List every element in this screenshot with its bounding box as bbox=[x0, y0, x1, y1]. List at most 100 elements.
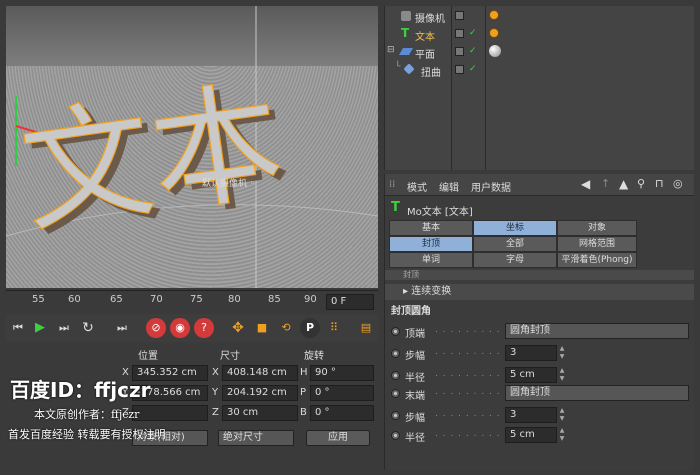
end-cap-type-dropdown[interactable]: 圆角封顶 bbox=[505, 385, 689, 401]
timeline-tick: 80 bbox=[228, 294, 241, 305]
lock-icon[interactable]: ⊓ bbox=[655, 177, 664, 190]
animate-radio-icon[interactable] bbox=[391, 411, 400, 420]
goto-end-icon[interactable]: ⏭ bbox=[112, 318, 132, 338]
menu-user-data[interactable]: 用户数据 bbox=[471, 179, 511, 194]
param-label: 半径 bbox=[405, 433, 425, 444]
enabled-check-icon[interactable]: ✓ bbox=[469, 64, 477, 74]
rotate-keys-icon[interactable]: ⟲ bbox=[276, 318, 296, 338]
tab-caps[interactable]: 封顶 bbox=[389, 236, 473, 252]
animate-radio-icon[interactable] bbox=[391, 327, 400, 336]
leader-dots: . . . . . . . . . . . bbox=[435, 387, 517, 397]
attribute-menubar: ⁞⁞ 模式 编辑 用户数据 ◀ ↑ ▲ ⚲ ⊓ ◎ bbox=[385, 174, 694, 196]
object-title: Mo文本 [文本] bbox=[407, 207, 473, 218]
object-name: 文本 bbox=[415, 32, 435, 43]
pointer-icon[interactable]: ▲ bbox=[619, 177, 628, 191]
tab-letters[interactable]: 字母 bbox=[473, 252, 557, 268]
spinner-icon[interactable]: ▲ ▼ bbox=[557, 427, 567, 443]
param-label: 末端 bbox=[405, 391, 425, 402]
object-row-text[interactable]: T 文本 ✓ bbox=[385, 26, 694, 43]
param-label: 步幅 bbox=[405, 351, 425, 362]
spinner-icon[interactable]: ▲ ▼ bbox=[557, 407, 567, 423]
leader-dots: . . . . . . . . . . . bbox=[435, 369, 517, 379]
leader-dots: . . . . . . . . . . . bbox=[435, 409, 517, 419]
enabled-check-icon[interactable]: ✓ bbox=[469, 46, 477, 56]
tab-coordinates[interactable]: 坐标 bbox=[473, 220, 557, 236]
size-x-input[interactable]: 408.148 cm bbox=[222, 365, 298, 381]
parameter-key-icon[interactable]: P bbox=[300, 318, 320, 338]
tab-all[interactable]: 全部 bbox=[473, 236, 557, 252]
axis-label: P bbox=[300, 387, 307, 398]
apply-button[interactable]: 应用 bbox=[306, 430, 370, 446]
settings-icon[interactable]: ◎ bbox=[673, 177, 683, 190]
previous-frame-icon[interactable]: ⏮ bbox=[8, 318, 28, 338]
next-frame-icon[interactable]: ⏭ bbox=[54, 318, 74, 338]
size-header: 尺寸 bbox=[220, 351, 240, 362]
collapse-icon[interactable]: ⊟ bbox=[387, 45, 395, 55]
object-name: 扭曲 bbox=[421, 68, 441, 79]
record-keyframe-icon[interactable]: ⊘ bbox=[146, 318, 166, 338]
scale-keys-icon[interactable]: ■ bbox=[252, 318, 272, 338]
protection-tag-icon[interactable] bbox=[489, 10, 499, 20]
transport-bar: ⏮ ▶ ⏭ ↻ ⏭ ⊘ ◉ ? ✥ ■ ⟲ P ⠿ ▤ bbox=[6, 314, 378, 342]
animate-radio-icon[interactable] bbox=[391, 431, 400, 440]
back-arrow-icon[interactable]: ◀ bbox=[581, 177, 590, 191]
animate-radio-icon[interactable] bbox=[391, 389, 400, 398]
tab-object[interactable]: 对象 bbox=[557, 220, 637, 236]
layer-toggle[interactable] bbox=[455, 11, 464, 20]
play-icon[interactable]: ▶ bbox=[30, 318, 50, 338]
protection-tag-icon[interactable] bbox=[489, 28, 499, 38]
enabled-check-icon[interactable]: ✓ bbox=[469, 28, 477, 38]
viewport-camera-label: 默认摄像机 ◦ bbox=[202, 179, 256, 189]
timeline-ruler[interactable]: 55 60 65 70 75 80 85 90 0 F bbox=[6, 290, 378, 312]
radius-input[interactable]: 5 cm bbox=[505, 367, 557, 383]
cap-type-dropdown[interactable]: 圆角封顶 bbox=[505, 323, 689, 339]
size-z-input[interactable]: 30 cm bbox=[222, 405, 298, 421]
end-steps-input[interactable]: 3 bbox=[505, 407, 557, 423]
rotation-h-input[interactable]: 90 ° bbox=[310, 365, 374, 381]
animate-radio-icon[interactable] bbox=[391, 349, 400, 358]
layer-toggle[interactable] bbox=[455, 29, 464, 38]
tab-basic[interactable]: 基本 bbox=[389, 220, 473, 236]
material-tag-icon[interactable] bbox=[489, 45, 501, 57]
layer-toggle[interactable] bbox=[455, 47, 464, 56]
size-mode-dropdown[interactable]: 绝对尺寸 bbox=[218, 430, 294, 446]
point-level-icon[interactable]: ⠿ bbox=[324, 318, 344, 338]
rotation-p-input[interactable]: 0 ° bbox=[310, 385, 374, 401]
object-row-plane[interactable]: ⊟ 平面 ✓ bbox=[385, 44, 694, 61]
up-arrow-icon[interactable]: ↑ bbox=[601, 177, 610, 190]
autokey-icon[interactable]: ◉ bbox=[170, 318, 190, 338]
3d-viewport[interactable]: 文本 文本 默认摄像机 ◦ bbox=[6, 6, 378, 288]
loop-icon[interactable]: ↻ bbox=[78, 318, 98, 338]
search-icon[interactable]: ⚲ bbox=[637, 177, 645, 190]
menu-edit[interactable]: 编辑 bbox=[439, 179, 459, 194]
keyframe-help-icon[interactable]: ? bbox=[194, 318, 214, 338]
object-manager: 摄像机 T 文本 ✓ ⊟ 平面 ✓ └ 扭曲 ✓ bbox=[384, 6, 694, 170]
twist-deformer-icon bbox=[403, 63, 415, 75]
rotation-b-input[interactable]: 0 ° bbox=[310, 405, 374, 421]
watermark-author: 本文原创作者：ffjczr bbox=[34, 408, 140, 421]
move-keys-icon[interactable]: ✥ bbox=[228, 318, 248, 338]
viewport-scene: 文本 文本 bbox=[6, 6, 378, 288]
tab-phong[interactable]: 平滑着色(Phong) bbox=[557, 252, 637, 268]
size-y-input[interactable]: 204.192 cm bbox=[222, 385, 298, 401]
steps-input[interactable]: 3 bbox=[505, 345, 557, 361]
film-strip-icon[interactable]: ▤ bbox=[356, 318, 376, 338]
watermark-baidu-id: 百度ID：ffjczr bbox=[10, 378, 151, 402]
section-caps-partial[interactable]: 封顶 bbox=[385, 270, 694, 280]
object-row-twist[interactable]: └ 扭曲 ✓ bbox=[385, 62, 694, 79]
param-label: 步幅 bbox=[405, 413, 425, 424]
menu-mode[interactable]: 模式 bbox=[407, 179, 427, 194]
leader-dots: . . . . . . . . . . . bbox=[435, 347, 517, 357]
current-frame-field[interactable]: 0 F bbox=[326, 294, 374, 310]
tab-grid-range[interactable]: 网格范围 bbox=[557, 236, 637, 252]
tab-words[interactable]: 单词 bbox=[389, 252, 473, 268]
spinner-icon[interactable]: ▲ ▼ bbox=[557, 367, 567, 383]
section-continuous-transform[interactable]: ▸ 连续变换 bbox=[385, 284, 694, 300]
layer-toggle[interactable] bbox=[455, 65, 464, 74]
end-radius-input[interactable]: 5 cm bbox=[505, 427, 557, 443]
axis-label: B bbox=[300, 407, 307, 418]
position-z-input[interactable] bbox=[132, 405, 208, 421]
spinner-icon[interactable]: ▲ ▼ bbox=[557, 345, 567, 361]
object-row-camera[interactable]: 摄像机 bbox=[385, 8, 694, 25]
animate-radio-icon[interactable] bbox=[391, 371, 400, 380]
